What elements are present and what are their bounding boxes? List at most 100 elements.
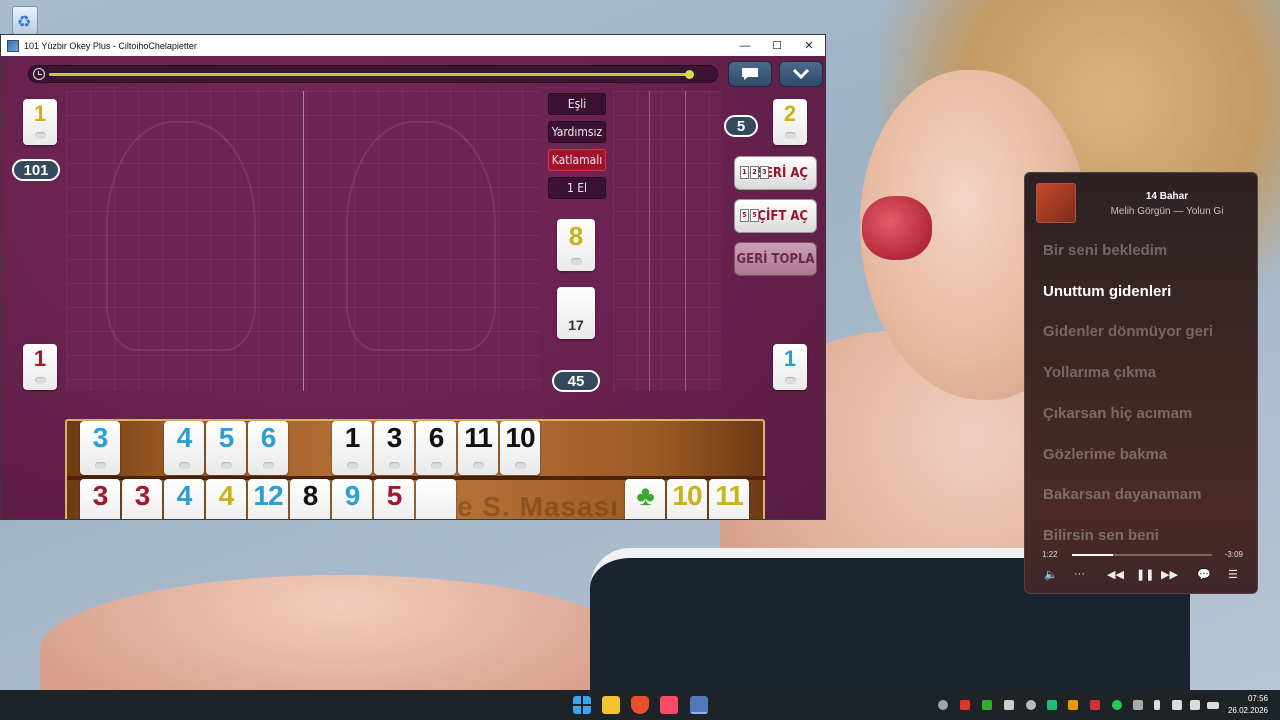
pause-icon[interactable]: ❚❚ xyxy=(1136,568,1154,581)
chat-icon xyxy=(742,68,758,80)
lyrics-icon[interactable]: 💬 xyxy=(1197,568,1211,581)
forward-icon[interactable]: ▶▶ xyxy=(1161,568,1178,581)
cift-ac-button[interactable]: 55 ÇİFT AÇ xyxy=(734,199,817,233)
game-window: 101 Yüzbir Okey Plus - CiltoihoChelapiet… xyxy=(0,34,826,520)
lyric-line[interactable]: Çıkarsan hiç acımam xyxy=(1043,405,1192,422)
rack-tile-number: 8 xyxy=(302,480,319,511)
music-app-icon[interactable] xyxy=(660,696,678,714)
rack-tile[interactable]: 5 xyxy=(206,421,246,475)
minimize-button[interactable]: — xyxy=(729,35,761,56)
rack-tile[interactable]: 8 xyxy=(290,479,330,519)
tray-icon[interactable] xyxy=(982,700,992,710)
close-button[interactable]: ✕ xyxy=(793,35,825,56)
maximize-button[interactable]: ☐ xyxy=(761,35,793,56)
rack-tile[interactable]: 4 xyxy=(164,479,204,519)
rack-tile[interactable]: 6 xyxy=(248,421,288,475)
rack-tile[interactable]: 3 xyxy=(80,479,120,519)
mode-yardimsiz: Yardımsız xyxy=(548,121,606,143)
song-title: 14 Bahar xyxy=(1145,191,1189,202)
rack-tile-number: 4 xyxy=(176,422,193,453)
left-player-score: 101 xyxy=(12,159,60,181)
rack-tile-number: 5 xyxy=(218,422,235,453)
brave-browser-icon[interactable] xyxy=(631,696,649,714)
lyric-line[interactable]: Yollarıma çıkma xyxy=(1043,364,1156,381)
seri-ac-button[interactable]: 123 SERİ AÇ xyxy=(734,156,817,190)
taskbar-clock[interactable]: 07:56 26.02.2026 xyxy=(1228,693,1268,717)
rack-tile[interactable]: 5 xyxy=(374,479,414,519)
song-progress[interactable] xyxy=(1072,554,1212,556)
right-board xyxy=(613,91,721,391)
rack-engraving: e S. Masası xyxy=(457,491,619,520)
mode-katlamali: Katlamalı xyxy=(548,149,606,171)
remaining-time: -3:09 xyxy=(1224,550,1243,559)
tray-icon[interactable] xyxy=(1068,700,1078,710)
rack-tile[interactable]: 10 xyxy=(667,479,707,519)
cards-icon: 123 xyxy=(740,166,770,179)
rack-tile[interactable]: 1 xyxy=(332,421,372,475)
draw-pile[interactable]: 17 xyxy=(557,287,595,339)
rack-tile[interactable]: 3 xyxy=(122,479,162,519)
volume-icon[interactable]: 🔈 xyxy=(1044,568,1058,581)
geri-topla-button[interactable]: GERİ TOPLA xyxy=(734,242,817,276)
tray-icon[interactable] xyxy=(938,700,948,710)
start-icon[interactable] xyxy=(573,696,591,714)
game-area: Eşli Yardımsız Katlamalı 1 El 8 17 45 1 … xyxy=(1,56,825,520)
tile-rack: e S. Masası 3 4 5 6 1 3 6 11 10 3 3 4 4 12 8 9 5 ♣ 10 11 xyxy=(65,419,767,520)
rack-tile[interactable]: 4 xyxy=(164,421,204,475)
rack-tile[interactable]: 12 xyxy=(248,479,288,519)
lyric-line[interactable]: Gidenler dönmüyor geri xyxy=(1043,323,1213,340)
tray-icon[interactable] xyxy=(1090,700,1100,710)
window-titlebar[interactable]: 101 Yüzbir Okey Plus - CiltoihoChelapiet… xyxy=(1,35,825,56)
timer-fill xyxy=(49,73,690,76)
music-player-widget: 14 Bahar Melih Görgün — Yolun Gi 1:22 -3… xyxy=(1024,172,1258,594)
lyric-line[interactable]: Gözlerime bakma xyxy=(1043,446,1167,463)
rack-tile-number: 4 xyxy=(218,480,235,511)
rack-tile[interactable]: 6 xyxy=(416,421,456,475)
rack-tile[interactable]: 3 xyxy=(80,421,120,475)
chat-button[interactable] xyxy=(728,61,772,87)
rack-tile[interactable]: 11 xyxy=(709,479,749,519)
network-icon[interactable] xyxy=(1172,700,1182,710)
tile-dot xyxy=(784,132,796,139)
tray-icon[interactable] xyxy=(1004,700,1014,710)
more-icon[interactable]: ··· xyxy=(1074,568,1085,580)
right-player-badge: 5 xyxy=(724,115,758,137)
lyric-line[interactable]: Bakarsan dayanamam xyxy=(1043,486,1201,503)
rack-tile[interactable]: ♣ xyxy=(625,479,665,519)
rack-tile[interactable]: 10 xyxy=(500,421,540,475)
rack-tile[interactable] xyxy=(416,479,456,519)
volume-icon[interactable] xyxy=(1190,700,1200,710)
menu-button[interactable] xyxy=(779,61,823,87)
lyric-line[interactable]: Bilirsin sen beni xyxy=(1043,527,1159,544)
tray-icon[interactable] xyxy=(1026,700,1036,710)
queue-icon[interactable]: ☰ xyxy=(1228,568,1238,581)
tile-dot xyxy=(472,462,484,469)
battery-icon[interactable] xyxy=(1207,702,1219,709)
recycle-bin-icon[interactable] xyxy=(12,6,38,36)
tray-icon[interactable] xyxy=(1047,700,1057,710)
tray-icon[interactable] xyxy=(1112,700,1122,710)
file-explorer-icon[interactable] xyxy=(602,696,620,714)
board-divider xyxy=(649,91,650,391)
rewind-icon[interactable]: ◀◀ xyxy=(1107,568,1124,581)
lyric-line[interactable]: Unuttum gidenleri xyxy=(1043,283,1171,300)
rack-tile-number: 6 xyxy=(428,422,445,453)
tray-icon[interactable] xyxy=(960,700,970,710)
rack-tile-number: 1 xyxy=(344,422,361,453)
draw-pile-count: 17 xyxy=(568,317,584,333)
okey-game-icon[interactable] xyxy=(690,696,708,714)
remaining-tiles-count: 45 xyxy=(552,370,600,392)
lyric-line[interactable]: Bir seni bekledim xyxy=(1043,242,1167,259)
progress-fill xyxy=(1072,554,1113,556)
rack-tile[interactable]: 3 xyxy=(374,421,414,475)
rack-tile[interactable]: 9 xyxy=(332,479,372,519)
rack-tile-number: 10 xyxy=(505,422,535,453)
microphone-icon[interactable] xyxy=(1154,700,1160,710)
rack-tile[interactable]: 4 xyxy=(206,479,246,519)
discard-board xyxy=(66,91,541,391)
board-divider xyxy=(685,91,686,391)
indicator-tile-number: 8 xyxy=(568,221,584,251)
rack-tile[interactable]: 11 xyxy=(458,421,498,475)
window-title: 101 Yüzbir Okey Plus - CiltoihoChelapiet… xyxy=(24,40,197,51)
tray-icon[interactable] xyxy=(1133,700,1143,710)
